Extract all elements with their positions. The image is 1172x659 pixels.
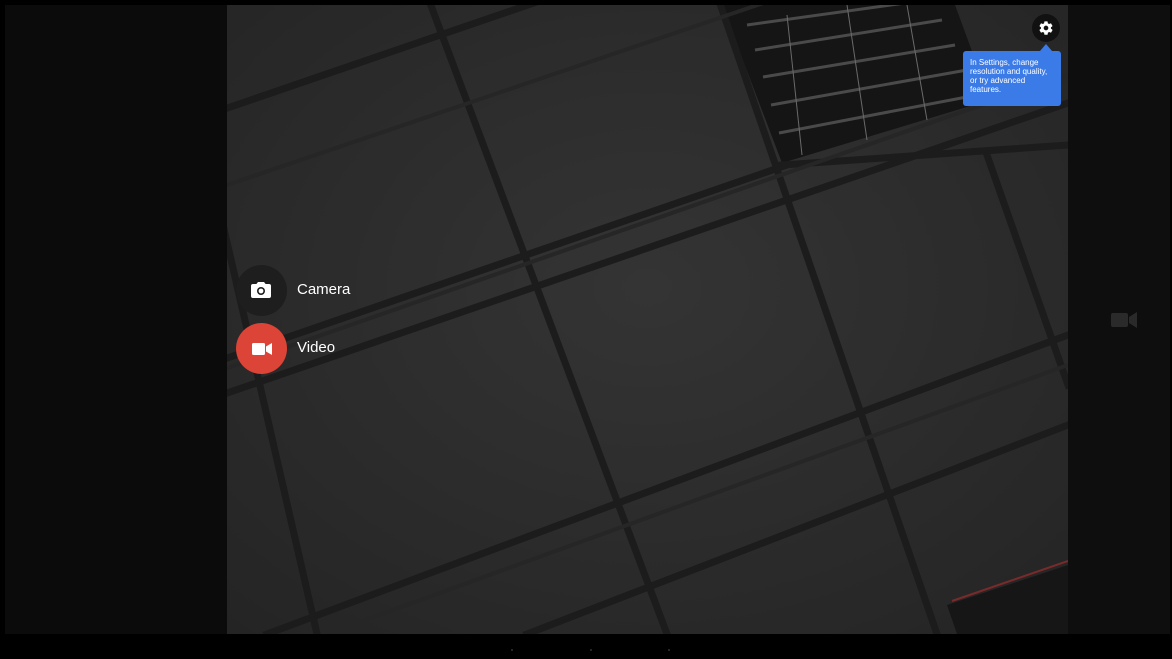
nav-recents-button[interactable] <box>668 649 670 651</box>
system-navigation-bar <box>0 634 1172 659</box>
camera-mode-label: Camera <box>297 281 351 298</box>
gear-icon <box>1039 21 1053 35</box>
camera-icon <box>251 282 271 298</box>
video-camera-icon[interactable] <box>1111 311 1137 329</box>
settings-button[interactable] <box>1032 14 1060 42</box>
tooltip-arrow <box>1040 44 1052 51</box>
nav-back-button[interactable] <box>511 649 513 651</box>
video-camera-icon <box>252 343 272 355</box>
camera-viewfinder[interactable] <box>227 5 1068 634</box>
nav-home-button[interactable] <box>590 649 592 651</box>
ceiling-tiles-preview <box>227 5 1068 634</box>
video-mode-button[interactable]: Video <box>236 323 436 375</box>
camera-mode-button[interactable]: Camera <box>236 265 436 317</box>
video-mode-label: Video <box>297 339 336 356</box>
camera-mode-circle[interactable] <box>236 265 287 316</box>
settings-tooltip-text: In Settings, change resolution and quali… <box>970 58 1048 94</box>
settings-tooltip[interactable]: In Settings, change resolution and quali… <box>963 51 1061 106</box>
screen: In Settings, change resolution and quali… <box>0 0 1172 659</box>
video-mode-circle[interactable] <box>236 323 287 374</box>
